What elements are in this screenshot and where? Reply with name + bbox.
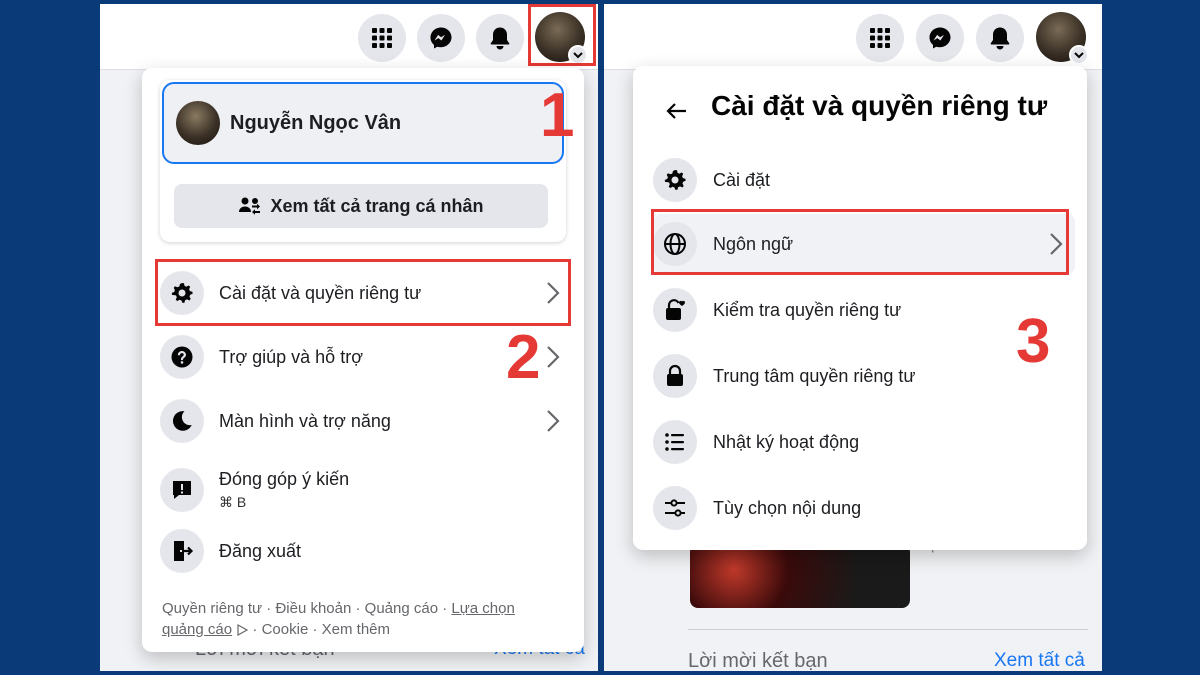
menu-item-feedback-text: Đóng góp ý kiến ⌘ B: [219, 469, 349, 511]
footer-ad-choices-link[interactable]: Lựa chọn: [451, 600, 514, 617]
menu-item-logout[interactable]: Đăng xuất: [160, 522, 566, 580]
ad-choices-icon: [237, 624, 249, 637]
notifications-button[interactable]: [476, 14, 524, 62]
menu-grid-icon: [372, 28, 392, 48]
footer-ad-choices-link-2[interactable]: quảng cáo: [162, 621, 232, 638]
step-3-highlight: [651, 209, 1069, 275]
step-1-highlight: [528, 4, 596, 66]
step-2-highlight: [155, 259, 571, 326]
avatar: [176, 101, 220, 145]
messenger-icon: [929, 27, 951, 49]
lock-heart-icon: [653, 288, 697, 332]
list-icon: [653, 420, 697, 464]
bg-friend-requests-label: Lời mời kết bạn: [688, 650, 828, 671]
submenu-item-label: Nhật ký hoạt động: [713, 431, 860, 452]
profile-card: Nguyễn Ngọc Vân Xem tất cả trang cá nhân: [160, 80, 566, 242]
see-all-profiles-label: Xem tất cả trang cá nhân: [270, 195, 484, 216]
chevron-down-icon: [1069, 45, 1089, 65]
bg-see-all-link[interactable]: Xem tất cả: [994, 650, 1085, 671]
right-screenshot-panel: upbo.com Lời mời kết bạn Xem tất cả Cài …: [604, 4, 1102, 671]
messenger-icon: [430, 27, 452, 49]
divider: [688, 629, 1088, 630]
see-all-profiles-button[interactable]: Xem tất cả trang cá nhân: [174, 184, 548, 228]
menu-item-feedback[interactable]: Đóng góp ý kiến ⌘ B: [160, 458, 566, 522]
gear-icon: [653, 158, 697, 202]
step-2-number: 2: [506, 323, 541, 392]
menu-item-label: Màn hình và trợ năng: [219, 410, 391, 431]
menu-grid-icon: [870, 28, 890, 48]
submenu-item-label: Tùy chọn nội dung: [713, 497, 862, 518]
menu-grid-button[interactable]: [856, 14, 904, 62]
chevron-right-icon: [547, 410, 560, 432]
profile-name: Nguyễn Ngọc Vân: [230, 111, 402, 134]
logout-icon: [160, 529, 204, 573]
submenu-item-content-preferences[interactable]: Tùy chọn nội dung: [653, 478, 1075, 538]
step-1-number: 1: [540, 81, 575, 150]
messenger-button[interactable]: [916, 14, 964, 62]
footer-terms-link[interactable]: Điều khoản: [275, 600, 351, 617]
shortcut-hint: ⌘ B: [219, 494, 247, 510]
switch-profiles-icon: [239, 197, 261, 215]
menu-item-display-accessibility[interactable]: Màn hình và trợ năng: [160, 392, 566, 450]
left-screenshot-panel: Lời mời kết bạn Xem tất cả Nguyễn Ngọc V…: [100, 4, 598, 671]
menu-grid-button[interactable]: [358, 14, 406, 62]
submenu-title: Cài đặt và quyền riêng tư: [711, 90, 1048, 121]
chevron-right-icon: [547, 346, 560, 368]
footer-ads-link[interactable]: Quảng cáo: [365, 600, 438, 617]
submenu-item-settings[interactable]: Cài đặt: [653, 150, 1075, 210]
account-avatar-button[interactable]: [1036, 12, 1089, 65]
notification-bell-icon: [490, 27, 510, 50]
submenu-item-label: Trung tâm quyền riêng tư: [713, 365, 916, 386]
footer-links: Quyền riêng tư · Điều khoản · Quảng cáo …: [162, 600, 515, 638]
submenu-item-label: Cài đặt: [713, 169, 771, 190]
submenu-item-label: Kiểm tra quyền riêng tư: [713, 299, 902, 320]
messenger-button[interactable]: [417, 14, 465, 62]
back-button[interactable]: [661, 96, 691, 126]
notification-bell-icon: [990, 27, 1010, 50]
top-navigation-bar: [604, 4, 1102, 70]
submenu-item-privacy-center[interactable]: Trung tâm quyền riêng tư: [653, 346, 1075, 406]
footer-privacy-link[interactable]: Quyền riêng tư: [162, 600, 262, 617]
step-3-number: 3: [1016, 307, 1051, 376]
footer-more-link[interactable]: Xem thêm: [322, 621, 390, 638]
notifications-button[interactable]: [976, 14, 1024, 62]
menu-item-label: Đóng góp ý kiến: [219, 469, 350, 489]
feedback-icon: [160, 468, 204, 512]
top-navigation-bar: [100, 4, 598, 70]
moon-icon: [160, 399, 204, 443]
profile-row[interactable]: Nguyễn Ngọc Vân: [162, 82, 564, 164]
menu-item-label: Trợ giúp và hỗ trợ: [219, 346, 363, 367]
sliders-icon: [653, 486, 697, 530]
question-icon: [160, 335, 204, 379]
submenu-item-activity-log[interactable]: Nhật ký hoạt động: [653, 412, 1075, 472]
menu-item-label: Đăng xuất: [219, 540, 302, 561]
lock-icon: [653, 354, 697, 398]
submenu-item-privacy-checkup[interactable]: Kiểm tra quyền riêng tư: [653, 280, 1075, 340]
bg-post-thumbnail: [690, 544, 910, 608]
arrow-left-icon: [666, 103, 686, 119]
footer-cookie-link[interactable]: Cookie: [262, 621, 309, 638]
